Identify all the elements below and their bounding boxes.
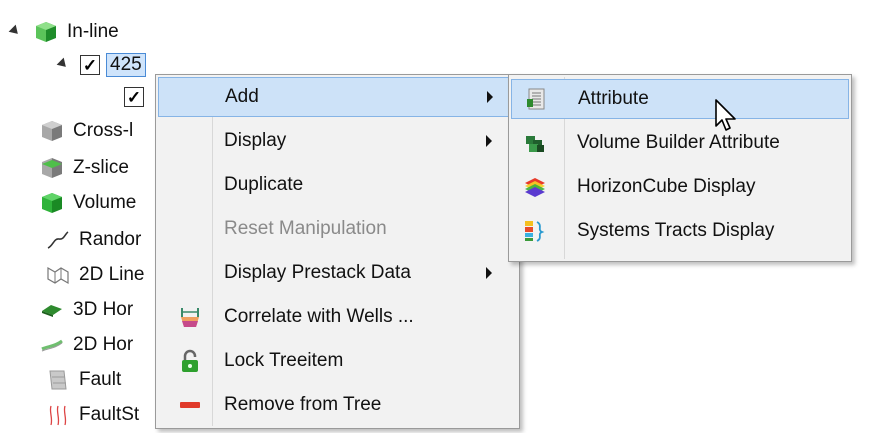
expand-triangle-icon[interactable]: [56, 57, 70, 71]
volume-builder-icon: [523, 131, 547, 155]
item-checkbox[interactable]: ✓: [80, 55, 100, 75]
tree-item-label: 2D Line: [79, 264, 145, 285]
menu-item-remove-from-tree[interactable]: Remove from Tree: [158, 385, 517, 425]
2d-horizon-icon: [40, 333, 64, 357]
correlate-wells-icon: [178, 305, 202, 329]
menu-item-reset-manipulation: Reset Manipulation: [224, 218, 387, 239]
submenu-item-attribute[interactable]: Attribute: [511, 79, 849, 119]
tree-item-inline[interactable]: In-line: [8, 17, 119, 47]
systems-tracts-icon: [523, 219, 547, 243]
inline-cube-icon: [34, 20, 58, 44]
3d-horizon-icon: [40, 298, 64, 322]
mouse-cursor-icon: [715, 99, 736, 131]
remove-icon: [178, 393, 202, 417]
tree-item-label: Fault: [79, 369, 122, 390]
tree-item-label: 3D Hor: [73, 299, 134, 320]
tree-item-child[interactable]: ✓: [124, 82, 144, 112]
random-line-icon: [46, 228, 70, 252]
tree-item-fault[interactable]: Fault: [46, 365, 121, 395]
tree-item-label: In-line: [67, 21, 119, 42]
tree-item-label: Cross-l: [73, 120, 134, 141]
fault-icon: [46, 368, 70, 392]
menu-item-display-prestack-data[interactable]: Display Prestack Data: [158, 253, 517, 293]
tree-item-2d-horizon[interactable]: 2D Hor: [40, 330, 133, 360]
submenu-arrow-icon: [486, 267, 492, 279]
volume-cube-icon: [40, 191, 64, 215]
tree-item-2d-line[interactable]: 2D Line: [46, 260, 145, 290]
submenu-arrow-icon: [487, 91, 493, 103]
tree-item-label: Randor: [79, 229, 142, 250]
menu-item-correlate-with-wells[interactable]: Correlate with Wells ...: [158, 297, 517, 337]
submenu-arrow-icon: [486, 135, 492, 147]
context-menu: Add Display Duplicate Reset Manipulation…: [155, 74, 520, 429]
menu-item-display[interactable]: Display: [158, 121, 517, 161]
tree-item-label[interactable]: 425: [106, 53, 146, 77]
expand-triangle-icon[interactable]: [8, 24, 22, 38]
menu-item-lock-treeitem[interactable]: Lock Treeitem: [158, 341, 517, 381]
faultstickset-icon: [46, 403, 70, 427]
menu-item-add[interactable]: Add: [158, 77, 517, 117]
tree-item-random-line[interactable]: Randor: [46, 225, 141, 255]
submenu-item-systems-tracts-display[interactable]: Systems Tracts Display: [511, 211, 849, 251]
tree-item-faultstickset[interactable]: FaultSt: [46, 400, 139, 430]
lock-icon: [178, 349, 202, 373]
submenu-item-volume-builder-attribute[interactable]: Volume Builder Attribute: [511, 123, 849, 163]
tree-item-425[interactable]: ✓ 425: [56, 50, 146, 80]
crossline-cube-icon: [40, 119, 64, 143]
tree-item-label: FaultSt: [79, 404, 140, 425]
tree-item-3d-horizon[interactable]: 3D Hor: [40, 295, 133, 325]
item-checkbox[interactable]: ✓: [124, 87, 144, 107]
submenu-item-horizoncube-display[interactable]: HorizonCube Display: [511, 167, 849, 207]
tree-item-zslice[interactable]: Z-slice: [40, 153, 129, 183]
menu-item-duplicate[interactable]: Duplicate: [158, 165, 517, 205]
tree-item-label: Volume: [73, 192, 137, 213]
horizoncube-icon: [523, 175, 547, 199]
attribute-icon: [524, 87, 548, 111]
2d-line-icon: [46, 263, 70, 287]
tree-item-label: 2D Hor: [73, 334, 134, 355]
tree-item-label: Z-slice: [73, 157, 129, 178]
tree-item-volume[interactable]: Volume: [40, 188, 136, 218]
add-submenu: Attribute Volume Builder Attribute Horiz…: [508, 74, 852, 262]
zslice-cube-icon: [40, 156, 64, 180]
tree-item-crossline[interactable]: Cross-l: [40, 116, 133, 146]
